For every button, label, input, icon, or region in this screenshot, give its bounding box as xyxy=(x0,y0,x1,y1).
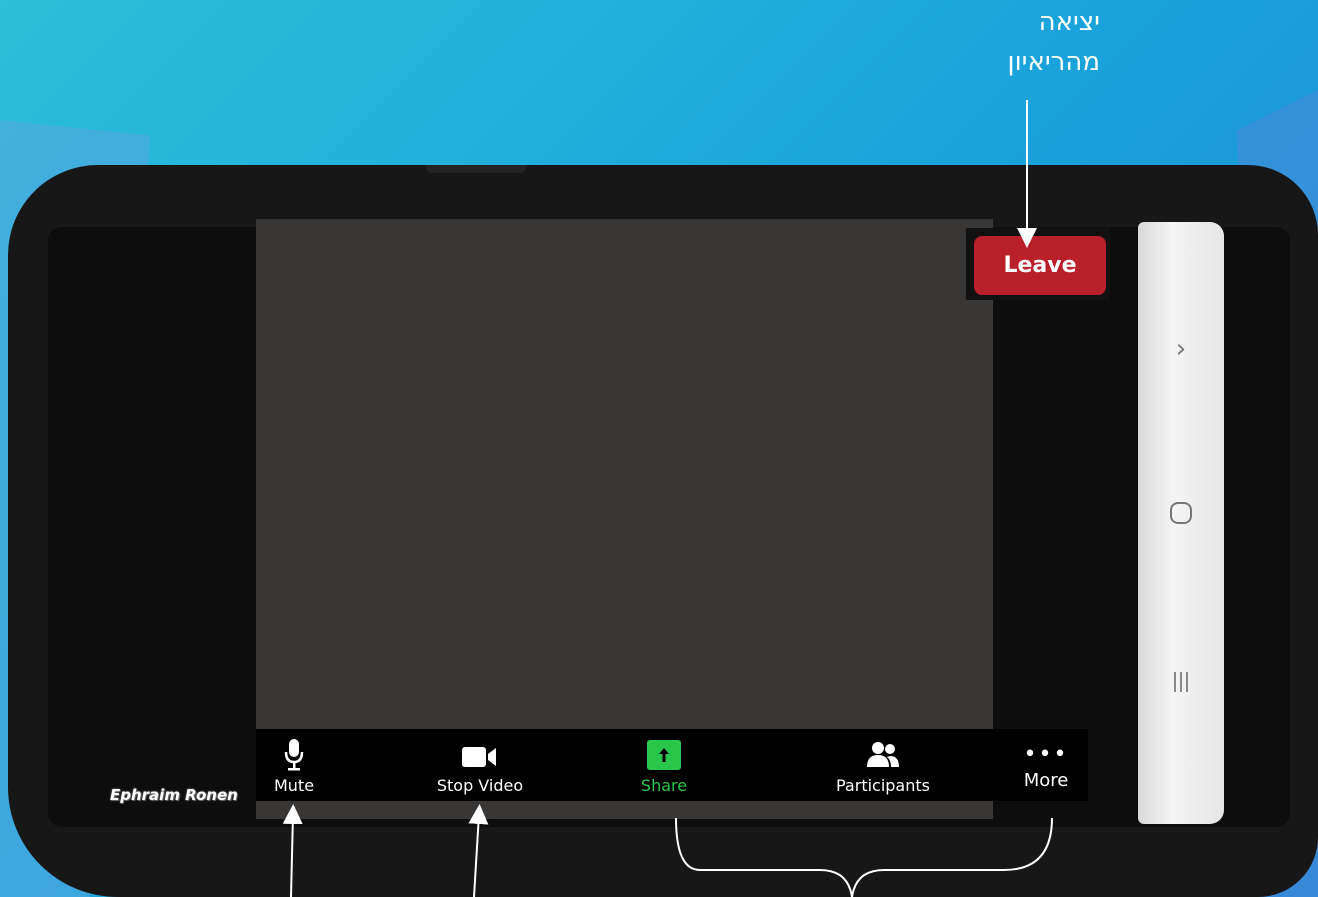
participant-name: Ephraim Ronen xyxy=(110,786,238,804)
recent-apps-icon[interactable] xyxy=(1138,670,1224,701)
share-label: Share xyxy=(640,776,688,795)
ellipsis-icon: ••• xyxy=(1023,742,1069,767)
mute-button[interactable]: Mute xyxy=(268,729,320,801)
system-navigation-bar: › xyxy=(1138,222,1224,824)
leave-annotation-caption: יציאה מהריאיון xyxy=(960,2,1101,82)
microphone-icon xyxy=(284,739,304,771)
leave-caption-line1: יציאה xyxy=(1038,7,1100,37)
more-label: More xyxy=(1023,770,1069,791)
participants-label: Participants xyxy=(836,776,930,795)
mute-label: Mute xyxy=(273,776,315,795)
home-circle-icon[interactable] xyxy=(1138,500,1224,533)
participants-icon xyxy=(867,742,899,767)
more-button[interactable]: ••• More xyxy=(1016,729,1076,801)
share-button[interactable]: Share xyxy=(628,729,700,801)
leave-caption-line2: מהריאיון xyxy=(1007,47,1101,77)
video-camera-icon xyxy=(462,747,496,767)
participants-button[interactable]: Participants xyxy=(830,729,936,801)
chevron-right-icon[interactable]: › xyxy=(1138,334,1224,364)
stop-video-button[interactable]: Stop Video xyxy=(424,729,536,801)
share-upload-icon xyxy=(647,740,681,770)
stop-video-label: Stop Video xyxy=(436,776,524,795)
leave-button[interactable]: Leave xyxy=(974,236,1106,295)
meeting-toolbar: Mute Stop Video Share Participants ••• M… xyxy=(256,729,1088,801)
phone-top-button xyxy=(426,165,526,173)
